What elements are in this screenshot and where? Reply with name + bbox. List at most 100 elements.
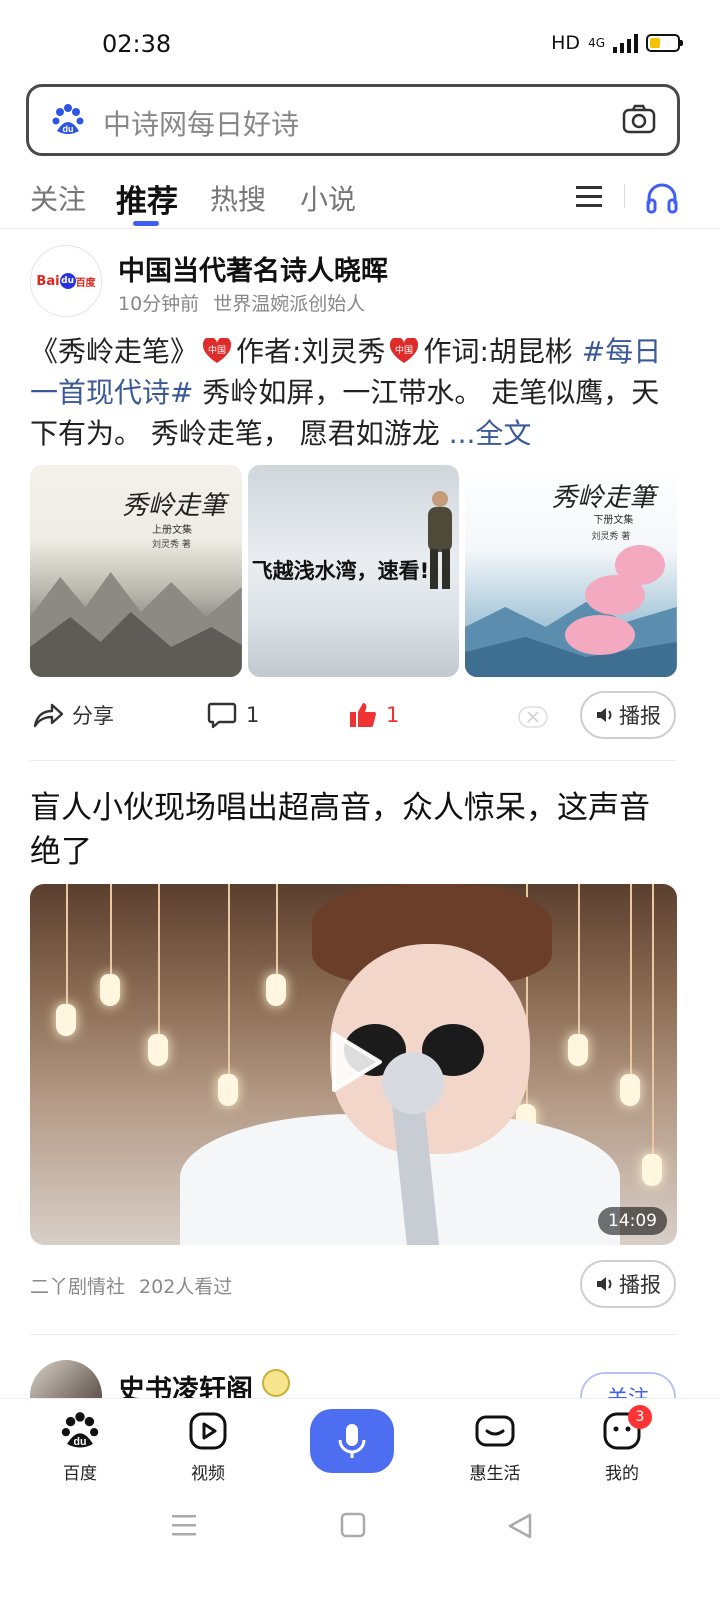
light-cord (158, 884, 160, 1034)
home-icon[interactable] (340, 1512, 366, 1542)
video-source[interactable]: 二丫剧情社 (30, 1276, 125, 1298)
comment-button[interactable]: 1 (206, 700, 259, 730)
video-duration: 14:09 (598, 1207, 667, 1235)
like-count: 1 (386, 703, 400, 727)
avatar-logo-du: du (59, 273, 76, 289)
nav-item-video[interactable]: 视频 (168, 1409, 248, 1484)
system-navigation-bar (0, 1490, 720, 1600)
voice-search-button[interactable] (310, 1409, 394, 1473)
mountain-illustration (30, 572, 242, 677)
post-text[interactable]: 《秀岭走笔》 中国 作者:刘灵秀 中国 作词:胡昆彬 #每日一首现代诗# 秀岭如屏，一江… (30, 331, 670, 454)
back-icon[interactable] (506, 1512, 534, 1544)
tab-novel[interactable]: 小说 (300, 178, 356, 218)
nav-item-life[interactable]: 惠生活 (455, 1409, 535, 1484)
play-icon[interactable] (328, 1030, 384, 1098)
video-play-icon (168, 1409, 248, 1453)
blossom-shape (615, 545, 666, 585)
tab-separator (624, 184, 625, 208)
image-overlay-text: 飞越浅水湾，速看! (251, 559, 430, 583)
video-title[interactable]: 盲人小伙现场唱出超高音，众人惊呆，这声音绝了 (30, 786, 680, 874)
author-avatar[interactable]: Bai du 百度 (30, 245, 102, 317)
status-indicators: HD 4G (551, 32, 683, 54)
book-title: 秀岭走筆 (122, 491, 227, 521)
stage-light (642, 1154, 662, 1186)
blossom-shape (565, 615, 636, 655)
network-type-label: 4G (588, 36, 605, 50)
recent-apps-icon[interactable] (170, 1512, 198, 1542)
nav-label: 百度 (63, 1464, 97, 1484)
author-subtitle: 世界温婉派创始人 (213, 293, 366, 315)
dismiss-icon[interactable] (518, 706, 548, 732)
card-divider (30, 760, 676, 761)
tab-follow[interactable]: 关注 (30, 178, 86, 218)
comment-count: 1 (246, 703, 260, 727)
video-meta: 二丫剧情社 202人看过 (30, 1272, 232, 1299)
wallet-icon (455, 1409, 535, 1453)
comment-icon (207, 702, 237, 729)
svg-text:中国: 中国 (208, 344, 226, 356)
headphone-icon[interactable] (645, 182, 679, 218)
search-placeholder[interactable]: 中诗网每日好诗 (103, 103, 299, 143)
status-bar: 02:38 HD 4G (0, 0, 720, 84)
nav-label: 惠生活 (469, 1464, 521, 1484)
post-text-part: 作者:刘灵秀 (236, 335, 386, 368)
light-cord (578, 884, 580, 1034)
post-text-part: 作词:胡昆彬 (423, 335, 573, 368)
verified-badge-icon (262, 1369, 290, 1397)
svg-text:du: du (63, 124, 74, 134)
stage-light (266, 974, 286, 1006)
gallery-image[interactable]: 秀岭走筆 上册文集 刘灵秀 著 (30, 465, 242, 677)
camera-icon[interactable] (621, 101, 657, 141)
gallery-image[interactable]: 飞越浅水湾，速看! (247, 465, 460, 677)
tab-hot-search[interactable]: 热搜 (210, 178, 266, 218)
book-subtitle: 上册文集 (152, 525, 192, 536)
stage-light (56, 1004, 76, 1036)
light-cord (276, 884, 278, 974)
svg-text:中国: 中国 (395, 344, 413, 356)
avatar-logo-tail: 百度 (75, 277, 96, 289)
book-title: 秀岭走筆 (551, 483, 656, 513)
tab-recommend[interactable]: 推荐 (116, 176, 178, 221)
china-heart-icon: 中国 (203, 338, 232, 363)
stage-light (218, 1074, 238, 1106)
broadcast-button[interactable]: 播报 (580, 1260, 676, 1308)
image-gallery: 秀岭走筆 上册文集 刘灵秀 著 飞越浅水湾，速看! 秀岭走筆 下册文集 刘灵秀 … (30, 465, 678, 677)
tabs-divider (0, 228, 720, 229)
stage-light (568, 1034, 588, 1066)
microphone-head (382, 1052, 444, 1114)
bottom-navigation: du 百度 视频 惠生活 我的 3 (0, 1398, 720, 1490)
post-time: 10分钟前 (118, 293, 200, 315)
thumbs-up-icon (350, 703, 376, 728)
author-name[interactable]: 中国当代著名诗人晓晖 (118, 249, 388, 288)
stage-light (620, 1074, 640, 1106)
broadcast-label: 播报 (619, 1273, 661, 1297)
broadcast-button[interactable]: 播报 (580, 691, 676, 739)
video-thumbnail[interactable]: 14:09 (30, 884, 677, 1245)
stage-light (148, 1034, 168, 1066)
avatar-logo-text: Bai (36, 273, 60, 289)
post-action-bar: 分享 1 1 播报 (0, 690, 720, 744)
nav-item-profile[interactable]: 我的 3 (582, 1405, 662, 1484)
nav-item-baidu[interactable]: du 百度 (40, 1409, 120, 1484)
notification-badge: 3 (628, 1405, 652, 1429)
light-cord (228, 884, 230, 1074)
active-tab-indicator (133, 221, 159, 226)
light-cord (652, 884, 654, 1154)
nav-label: 视频 (191, 1464, 225, 1484)
microphone-icon (338, 1424, 366, 1458)
book-author: 刘灵秀 著 (152, 540, 191, 550)
post-meta: 10分钟前 世界温婉派创始人 (118, 289, 365, 316)
broadcast-label: 播报 (619, 704, 661, 728)
like-button[interactable]: 1 (348, 700, 399, 730)
gallery-image[interactable]: 秀岭走筆 下册文集 刘灵秀 著 (465, 465, 678, 677)
post-text-part: 《秀岭走笔》 (30, 335, 199, 368)
speaker-icon (597, 1277, 612, 1291)
menu-icon[interactable] (574, 184, 604, 214)
nav-label: 我的 (605, 1464, 639, 1484)
search-box[interactable]: du 中诗网每日好诗 (26, 84, 680, 156)
video-views: 202人看过 (139, 1276, 233, 1298)
speaker-icon (597, 708, 612, 722)
baidu-paw-icon: du (40, 1409, 120, 1453)
read-more-link[interactable]: ...全文 (449, 417, 532, 450)
share-button[interactable]: 分享 (32, 700, 114, 730)
